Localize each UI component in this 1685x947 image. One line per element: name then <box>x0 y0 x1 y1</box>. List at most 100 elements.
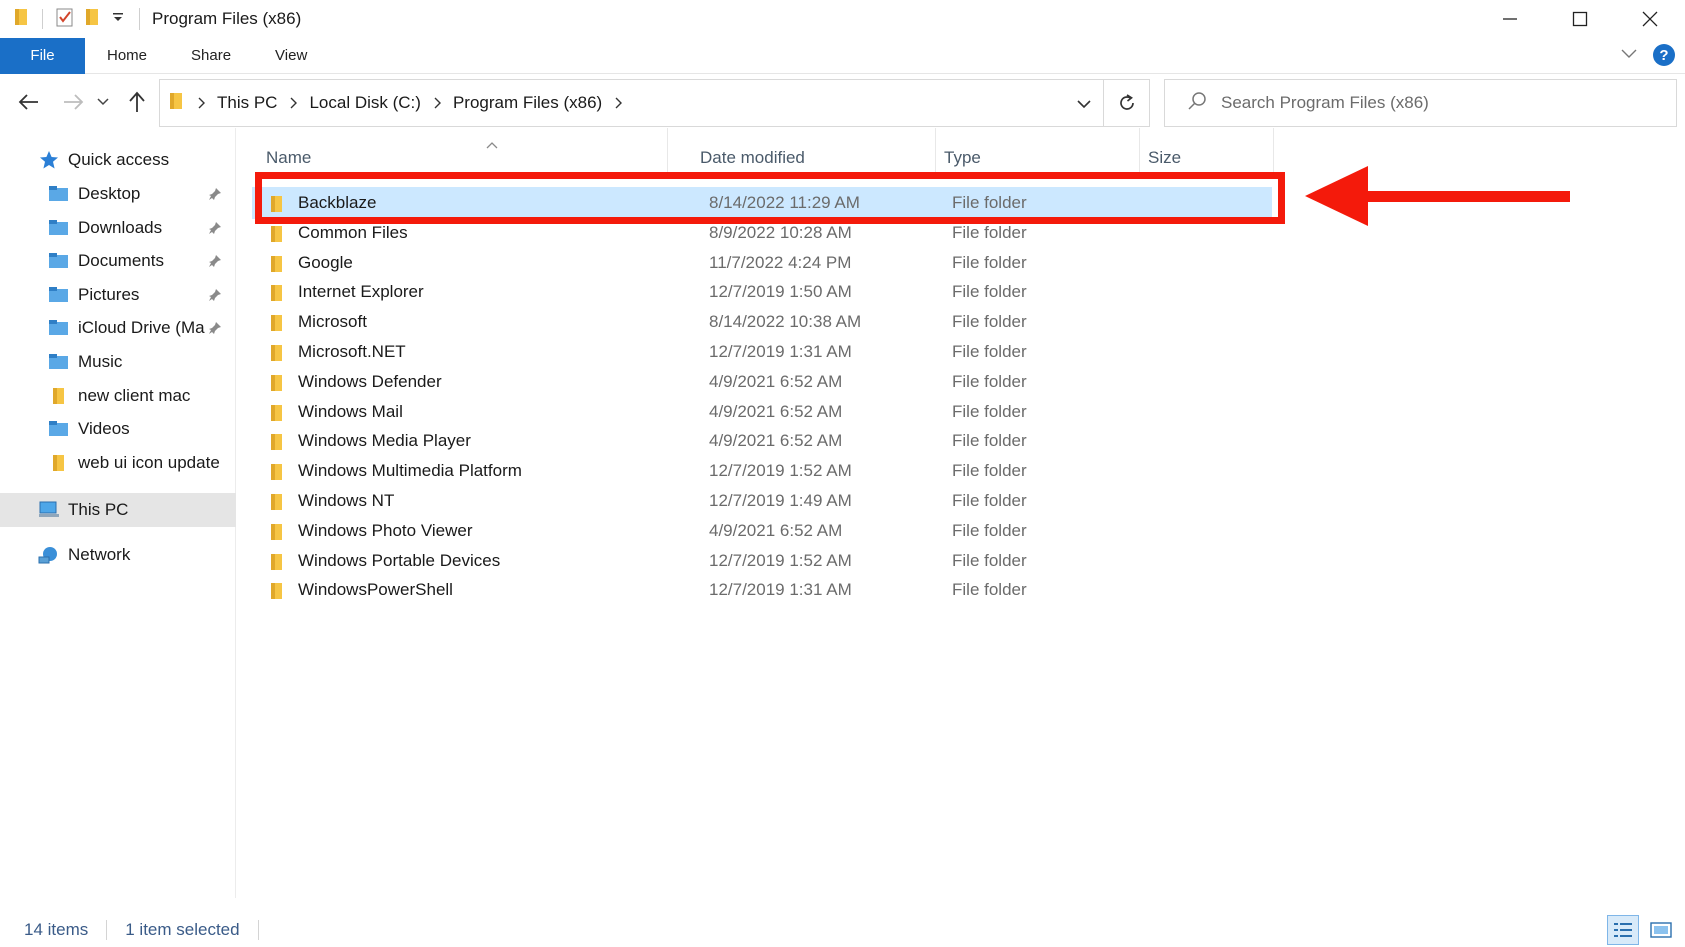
selection-count: 1 item selected <box>125 920 240 939</box>
file-name: Microsoft.NET <box>298 342 406 361</box>
breadcrumb-this-pc[interactable]: This PC <box>217 93 277 113</box>
status-divider <box>106 920 108 940</box>
music-folder-icon <box>48 352 70 372</box>
sidebar-item-label: Desktop <box>78 184 141 203</box>
column-header-name[interactable]: Name <box>266 128 668 174</box>
sidebar-item-downloads[interactable]: Downloads <box>0 211 236 245</box>
sidebar-item-label: iCloud Drive (Ma <box>78 318 205 338</box>
pin-icon[interactable] <box>208 253 222 273</box>
expand-ribbon-icon[interactable] <box>1621 46 1637 64</box>
file-row[interactable]: Microsoft.NET 12/7/2019 1:31 AM File folde… <box>252 336 1272 368</box>
address-bar[interactable]: This PC Local Disk (C:) Program Files (x… <box>159 79 1104 127</box>
status-divider <box>257 920 259 940</box>
sidebar-item-label: Music <box>78 352 123 371</box>
file-date-modified: 4/9/2021 6:52 AM <box>709 520 843 540</box>
sidebar-item-icloud-drive-ma[interactable]: iCloud Drive (Ma <box>0 311 236 345</box>
folder-icon <box>270 224 284 249</box>
file-row[interactable]: Windows Mail 4/9/2021 6:52 AM File folder <box>252 396 1272 428</box>
column-header-type[interactable]: Type <box>936 128 1140 174</box>
back-arrow-icon[interactable] <box>16 90 42 114</box>
sidebar-item-label: This PC <box>68 500 129 519</box>
properties-icon[interactable] <box>55 6 75 33</box>
folder-icon <box>169 91 185 116</box>
window-title: Program Files (x86) <box>139 8 301 30</box>
sidebar-item-videos[interactable]: Videos <box>0 412 236 446</box>
file-row[interactable]: Windows Multimedia Platform 12/7/2019 1:5… <box>252 455 1272 487</box>
videos-folder-icon <box>48 419 70 439</box>
pin-icon[interactable] <box>208 186 222 206</box>
column-header-size[interactable]: Size <box>1140 128 1274 174</box>
pin-icon[interactable] <box>208 220 222 240</box>
address-dropdown-icon[interactable] <box>1071 92 1097 116</box>
search-input[interactable] <box>1219 92 1639 114</box>
chevron-right-icon[interactable] <box>289 97 298 109</box>
file-type: File folder <box>952 461 1027 481</box>
sidebar-item-music[interactable]: Music <box>0 345 236 379</box>
breadcrumb-program-files[interactable]: Program Files (x86) <box>453 93 602 113</box>
folder-icon <box>48 453 70 473</box>
search-icon <box>1187 91 1207 116</box>
file-row[interactable]: Internet Explorer 12/7/2019 1:50 AM File f… <box>252 276 1272 308</box>
icloud-folder-icon <box>48 318 70 338</box>
forward-arrow-icon[interactable] <box>60 90 86 114</box>
chevron-right-icon[interactable] <box>433 97 441 109</box>
large-icons-view-icon[interactable] <box>1645 915 1677 945</box>
sidebar-item-desktop[interactable]: Desktop <box>0 177 236 211</box>
file-date-modified: 4/9/2021 6:52 AM <box>709 401 843 421</box>
sidebar-item-label: Pictures <box>78 284 140 304</box>
recent-locations-icon[interactable] <box>94 90 112 114</box>
close-button[interactable] <box>1615 0 1685 38</box>
computer-icon <box>38 500 60 520</box>
column-header-date[interactable]: Date modified <box>692 128 936 174</box>
pin-icon[interactable] <box>208 287 222 307</box>
sidebar-item-quick-access[interactable]: Quick access <box>0 143 236 177</box>
annotation-arrow-icon <box>1305 164 1575 233</box>
file-row[interactable]: Windows NT 12/7/2019 1:49 AM File folder <box>252 485 1272 517</box>
window-controls <box>1475 0 1685 38</box>
navigation-bar: This PC Local Disk (C:) Program Files (x… <box>0 76 1685 128</box>
folder-icon <box>270 522 284 547</box>
sidebar-item-documents[interactable]: Documents <box>0 244 236 278</box>
sidebar-item-this-pc[interactable]: This PC <box>0 493 236 527</box>
sidebar-item-pictures[interactable]: Pictures <box>0 278 236 312</box>
details-view-icon[interactable] <box>1607 915 1639 945</box>
file-row[interactable]: Windows Photo Viewer 4/9/2021 6:52 AM File… <box>252 515 1272 547</box>
sidebar-item-network[interactable]: Network <box>0 538 236 572</box>
breadcrumb-local-disk[interactable]: Local Disk (C:) <box>309 93 420 113</box>
file-row[interactable]: WindowsPowerShell 12/7/2019 1:31 AM File f… <box>252 574 1272 606</box>
file-row[interactable]: Microsoft 8/14/2022 10:38 AM File folder <box>252 306 1272 338</box>
tab-view[interactable]: View <box>253 38 329 74</box>
network-icon <box>38 545 60 565</box>
chevron-right-icon[interactable] <box>197 97 205 109</box>
customize-toolbar-icon[interactable] <box>111 10 125 29</box>
sidebar-item-new-client-mac[interactable]: new client mac <box>0 379 236 413</box>
chevron-right-icon[interactable] <box>614 97 623 109</box>
column-header-label: Type <box>944 148 981 167</box>
maximize-button[interactable] <box>1545 0 1615 38</box>
tab-file[interactable]: File <box>0 37 85 74</box>
tab-home[interactable]: Home <box>85 38 169 74</box>
minimize-button[interactable] <box>1475 0 1545 38</box>
new-folder-icon[interactable] <box>85 7 101 32</box>
search-box[interactable] <box>1164 79 1677 127</box>
view-switcher <box>1607 915 1677 945</box>
file-date-modified: 12/7/2019 1:31 AM <box>709 342 852 361</box>
sidebar-item-label: Downloads <box>78 217 163 237</box>
star-icon <box>38 150 60 170</box>
file-date-modified: 12/7/2019 1:50 AM <box>709 282 852 302</box>
help-icon[interactable]: ? <box>1653 44 1675 66</box>
tab-share[interactable]: Share <box>169 38 253 74</box>
file-row[interactable]: Google 11/7/2022 4:24 PM File folder <box>252 247 1272 279</box>
file-row[interactable]: Windows Media Player 4/9/2021 6:52 AM File… <box>252 425 1272 457</box>
folder-icon <box>270 343 284 368</box>
file-row[interactable]: Windows Defender 4/9/2021 6:52 AM File fol… <box>252 366 1272 398</box>
status-bar: 14 items 1 item selected <box>0 913 1685 947</box>
pin-icon[interactable] <box>208 320 222 340</box>
up-arrow-icon[interactable] <box>124 90 150 114</box>
file-explorer-window: Program Files (x86) File Home Share View… <box>0 0 1685 947</box>
sidebar-item-web-ui-icon-update[interactable]: web ui icon update <box>0 446 236 480</box>
file-date-modified: 11/7/2022 4:24 PM <box>709 252 852 272</box>
refresh-button[interactable] <box>1104 79 1150 127</box>
qa-divider <box>42 9 43 29</box>
file-row[interactable]: Windows Portable Devices 12/7/2019 1:52 A… <box>252 545 1272 577</box>
